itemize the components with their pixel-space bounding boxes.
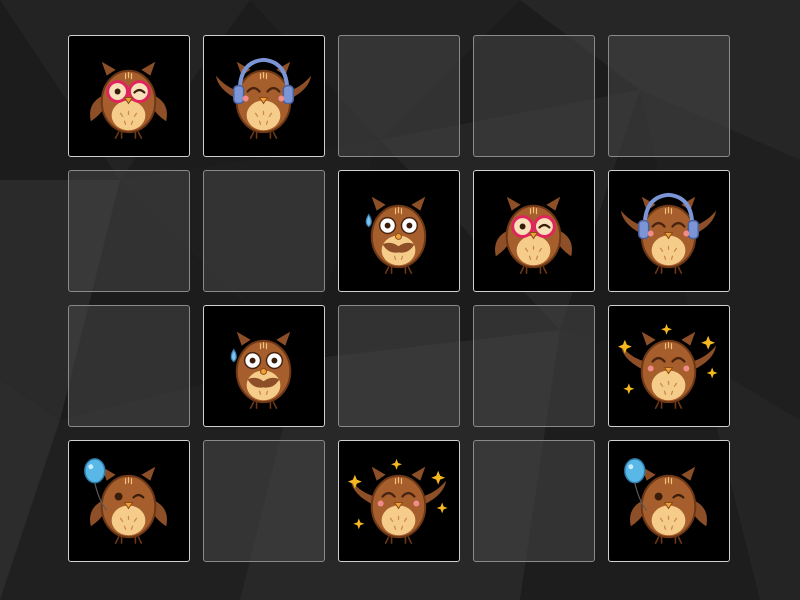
owl-with-headphones-icon	[215, 57, 312, 139]
owl-with-glasses-icon	[90, 61, 167, 139]
memory-card-hidden[interactable]	[473, 35, 595, 157]
memory-card-hidden[interactable]	[68, 170, 190, 292]
memory-card-revealed[interactable]	[608, 305, 730, 427]
memory-card-hidden[interactable]	[68, 305, 190, 427]
memory-card-revealed[interactable]	[68, 440, 190, 562]
owl-with-balloon-icon	[84, 458, 167, 544]
owl-sweating-icon	[365, 196, 427, 274]
memory-card-revealed[interactable]	[608, 440, 730, 562]
memory-card-hidden[interactable]	[608, 35, 730, 157]
owl-sweating-icon	[230, 331, 292, 409]
owl-celebrating-icon	[617, 323, 718, 409]
memory-card-hidden[interactable]	[473, 440, 595, 562]
owl-with-balloon-icon	[624, 458, 707, 544]
memory-card-hidden[interactable]	[473, 305, 595, 427]
owl-celebrating-icon	[347, 458, 448, 544]
memory-card-revealed[interactable]	[338, 440, 460, 562]
owl-with-headphones-icon	[620, 192, 717, 274]
memory-card-hidden[interactable]	[203, 440, 325, 562]
memory-card-revealed[interactable]	[473, 170, 595, 292]
memory-card-revealed[interactable]	[203, 35, 325, 157]
owl-with-glasses-icon	[495, 196, 572, 274]
memory-card-revealed[interactable]	[203, 305, 325, 427]
memory-card-hidden[interactable]	[338, 35, 460, 157]
memory-card-revealed[interactable]	[608, 170, 730, 292]
memory-card-revealed[interactable]	[338, 170, 460, 292]
card-grid	[0, 0, 800, 600]
memory-card-hidden[interactable]	[338, 305, 460, 427]
memory-card-hidden[interactable]	[203, 170, 325, 292]
memory-card-revealed[interactable]	[68, 35, 190, 157]
